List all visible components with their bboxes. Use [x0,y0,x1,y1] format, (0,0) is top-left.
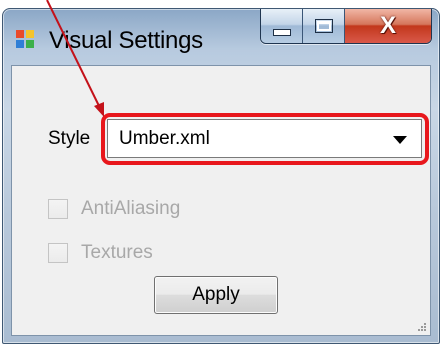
window-title: Visual Settings [49,27,203,54]
resize-grip-icon[interactable] [417,322,427,332]
client-area: Style Umber.xml AntiAliasing Textures Ap… [11,65,431,336]
style-dropdown[interactable]: Umber.xml [107,119,422,158]
textures-label: Textures [81,242,153,263]
title-bar[interactable]: Visual Settings X [3,9,439,57]
close-icon: X [379,12,396,39]
page: Visual Settings X Style Umber.xml AntiAl… [0,0,442,346]
maximize-icon [314,19,333,33]
antialiasing-label: AntiAliasing [81,198,181,219]
textures-checkbox-row[interactable]: Textures [48,242,153,264]
minimize-icon [272,28,291,36]
caption-buttons: X [260,9,432,44]
dropdown-arrow-icon[interactable] [393,136,407,144]
textures-checkbox[interactable] [48,243,68,263]
visual-settings-window: Visual Settings X Style Umber.xml AntiAl… [2,8,440,344]
style-label: Style [48,128,91,149]
app-icon [16,30,34,48]
minimize-button[interactable] [261,9,303,43]
maximize-button[interactable] [303,9,345,43]
close-button[interactable]: X [345,9,431,43]
antialiasing-checkbox[interactable] [48,199,68,219]
style-dropdown-value: Umber.xml [119,128,210,149]
antialiasing-checkbox-row[interactable]: AntiAliasing [48,198,180,220]
apply-button[interactable]: Apply [154,276,278,314]
